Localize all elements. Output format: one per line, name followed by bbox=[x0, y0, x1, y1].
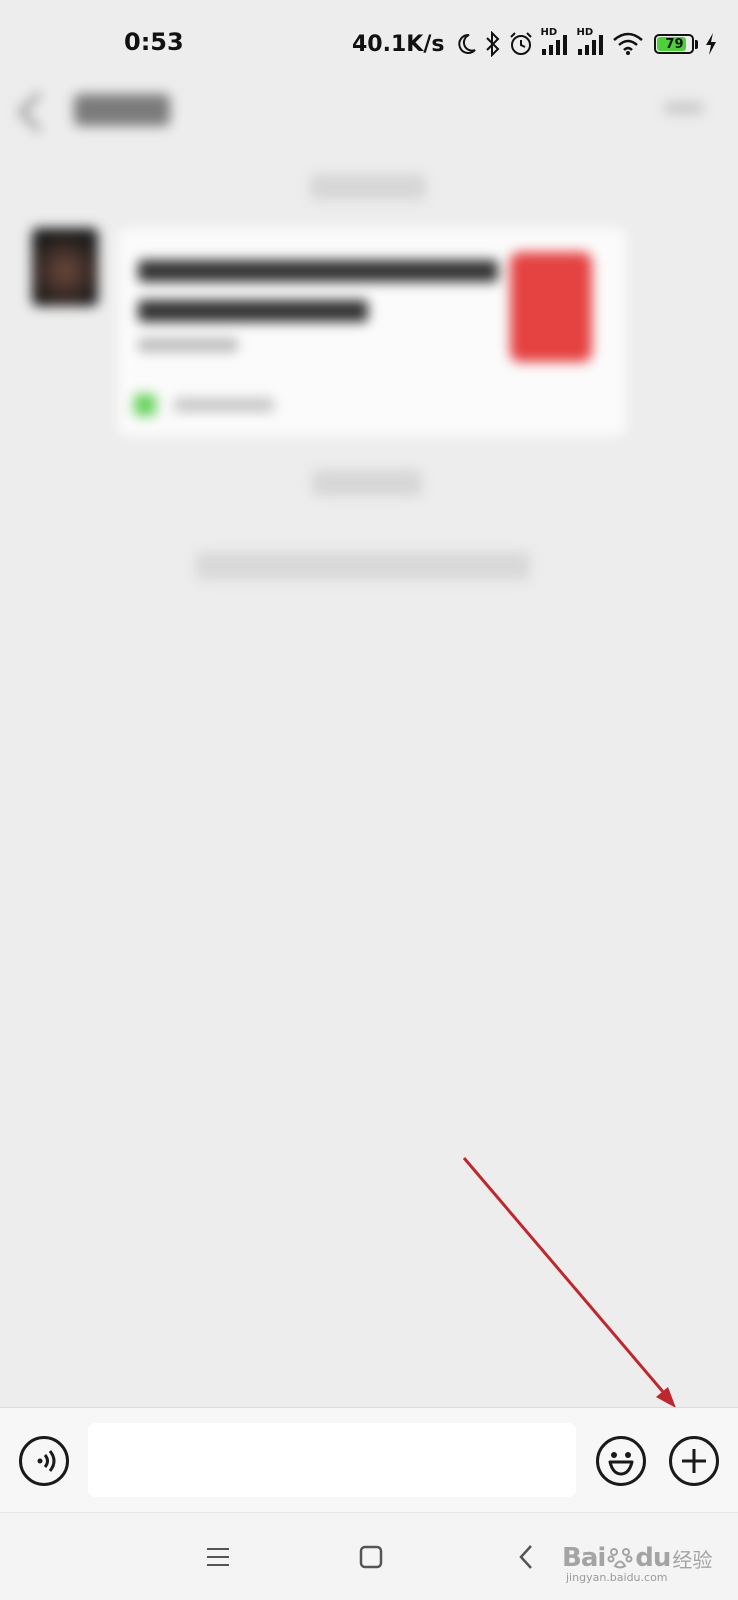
app-source-icon bbox=[134, 394, 156, 416]
watermark-suffix: 经验 bbox=[672, 1547, 713, 1572]
message-input-bar bbox=[0, 1407, 738, 1512]
charging-icon bbox=[704, 32, 718, 56]
moon-icon bbox=[454, 32, 478, 56]
bluetooth-icon bbox=[484, 31, 502, 57]
system-message bbox=[196, 552, 530, 580]
battery-level: 79 bbox=[665, 36, 684, 52]
status-indicators: 40.1K/s HD HD 79 bbox=[352, 26, 718, 62]
emoji-icon bbox=[608, 1452, 634, 1476]
battery-icon: 79 bbox=[654, 34, 695, 54]
card-subtitle bbox=[138, 338, 238, 352]
paw-icon bbox=[607, 1548, 633, 1569]
recent-apps-button[interactable] bbox=[194, 1533, 242, 1581]
timestamp-pill bbox=[310, 174, 426, 200]
emoji-button[interactable] bbox=[596, 1436, 646, 1486]
home-button[interactable] bbox=[347, 1533, 395, 1581]
card-title-line bbox=[138, 260, 498, 282]
chat-header bbox=[0, 80, 738, 140]
back-icon bbox=[519, 1545, 532, 1569]
back-button[interactable] bbox=[502, 1533, 550, 1581]
voice-icon bbox=[37, 1450, 56, 1472]
watermark-brand: Bai bbox=[562, 1543, 606, 1573]
timestamp-pill bbox=[312, 470, 422, 496]
signal-icon: HD bbox=[576, 27, 606, 57]
chat-title bbox=[74, 94, 170, 126]
status-time: 0:53 bbox=[124, 28, 184, 56]
back-arrow-icon[interactable] bbox=[18, 92, 58, 132]
menu-icon bbox=[207, 1548, 229, 1566]
network-speed: 40.1K/s bbox=[352, 31, 445, 57]
voice-button[interactable] bbox=[19, 1436, 69, 1486]
home-icon bbox=[359, 1545, 383, 1569]
status-bar: 0:53 40.1K/s HD HD 79 bbox=[0, 0, 738, 90]
avatar[interactable] bbox=[32, 228, 98, 306]
baidu-watermark: Bai du 经验 bbox=[562, 1543, 712, 1573]
signal-icon: HD bbox=[540, 27, 570, 57]
card-title-line bbox=[138, 300, 368, 322]
battery-tip bbox=[695, 39, 699, 49]
wifi-icon bbox=[612, 32, 644, 56]
app-source-label bbox=[174, 398, 274, 412]
watermark-brand-mid: du bbox=[635, 1543, 671, 1573]
signal-1-label: HD bbox=[540, 27, 558, 38]
watermark-url: jingyan.baidu.com bbox=[566, 1571, 668, 1584]
alarm-icon bbox=[508, 31, 534, 57]
card-thumbnail bbox=[510, 252, 592, 362]
shared-link-card[interactable] bbox=[118, 228, 626, 436]
plus-icon bbox=[682, 1449, 706, 1473]
more-icon[interactable] bbox=[664, 102, 704, 114]
more-functions-button[interactable] bbox=[669, 1436, 719, 1486]
signal-2-label: HD bbox=[576, 27, 594, 38]
system-nav-bar: Bai du 经验 jingyan.baidu.com bbox=[0, 1512, 738, 1600]
message-text-input[interactable] bbox=[88, 1423, 576, 1497]
